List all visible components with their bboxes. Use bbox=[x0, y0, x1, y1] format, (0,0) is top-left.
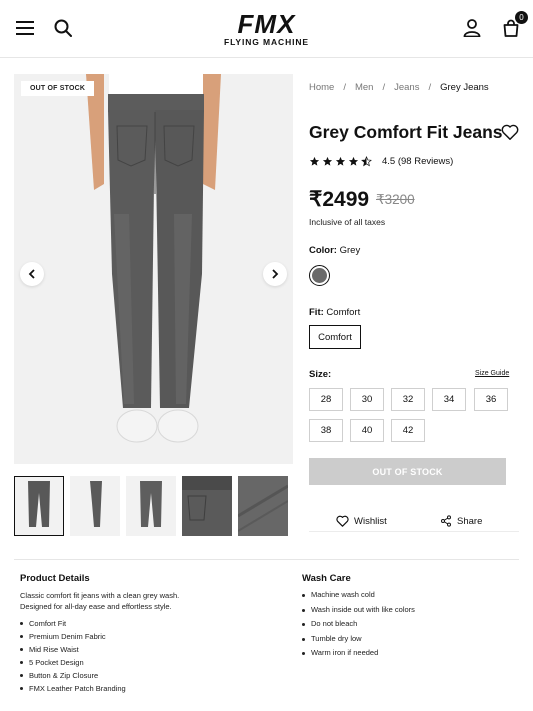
fit-label: Fit: Comfort bbox=[309, 307, 360, 318]
product-details-title: Product Details bbox=[20, 573, 90, 584]
heart-icon bbox=[336, 515, 349, 527]
price: ₹2499 bbox=[309, 188, 370, 211]
jeans-image bbox=[86, 74, 221, 443]
wash-care-item: Wash inside out with like colors bbox=[302, 603, 415, 618]
color-label-text: Color: bbox=[309, 245, 337, 256]
feature-item: Premium Denim Fabric bbox=[20, 630, 126, 643]
feature-list: Comfort Fit Premium Denim Fabric Mid Ris… bbox=[20, 617, 126, 695]
brand-tagline: FLYING MACHINE bbox=[223, 37, 309, 47]
share-icon bbox=[441, 515, 451, 527]
wash-care-item: Machine wash cold bbox=[302, 588, 415, 603]
next-image-button[interactable] bbox=[263, 262, 287, 286]
breadcrumb-jeans[interactable]: Jeans bbox=[394, 82, 419, 93]
wishlist-button[interactable]: Wishlist bbox=[336, 515, 387, 527]
description-line: Classic comfort fit jeans with a clean g… bbox=[20, 591, 180, 600]
product-main-image[interactable]: OUT OF STOCK bbox=[14, 74, 293, 464]
heart-icon[interactable] bbox=[501, 123, 519, 141]
rating-text: 4.5 (98 Reviews) bbox=[382, 156, 454, 167]
wash-care-list: Machine wash cold Wash inside out with l… bbox=[302, 588, 415, 661]
out-of-stock-button[interactable]: OUT OF STOCK bbox=[309, 458, 506, 485]
size-option[interactable]: 36 bbox=[474, 388, 508, 411]
color-value: Grey bbox=[339, 245, 361, 256]
thumbnail-2[interactable] bbox=[70, 476, 120, 536]
breadcrumb-men[interactable]: Men bbox=[355, 82, 373, 93]
size-option[interactable]: 38 bbox=[309, 419, 343, 442]
product-description: Classic comfort fit jeans with a clean g… bbox=[20, 590, 220, 612]
star-icon bbox=[322, 156, 333, 166]
divider bbox=[309, 531, 519, 532]
share-button[interactable]: Share bbox=[440, 515, 482, 527]
brand-name: FMX bbox=[237, 9, 296, 39]
site-header: FMX FLYING MACHINE 0 bbox=[0, 0, 533, 58]
wash-care-item: Warm iron if needed bbox=[302, 646, 415, 661]
thumbnail-1[interactable] bbox=[14, 476, 64, 536]
wishlist-label: Wishlist bbox=[354, 515, 387, 527]
star-icon bbox=[309, 156, 320, 166]
cart-count-badge: 0 bbox=[515, 11, 528, 24]
size-label: Size: bbox=[309, 369, 332, 380]
fit-label-text: Fit: bbox=[309, 307, 324, 318]
cart-icon[interactable]: 0 bbox=[500, 11, 528, 39]
color-swatch-grey[interactable] bbox=[309, 265, 330, 286]
tax-note: Inclusive of all taxes bbox=[309, 217, 386, 227]
size-guide-link[interactable]: Size Guide bbox=[475, 370, 509, 377]
feature-item: Comfort Fit bbox=[20, 617, 126, 630]
feature-item: Button & Zip Closure bbox=[20, 669, 126, 682]
size-option[interactable]: 30 bbox=[350, 388, 384, 411]
thumbnail-4[interactable] bbox=[182, 476, 232, 536]
product-title: Grey Comfort Fit Jeans bbox=[309, 122, 503, 142]
fit-option-comfort[interactable]: Comfort bbox=[309, 325, 361, 349]
description-line: Designed for all-day ease and effortless… bbox=[20, 602, 172, 611]
breadcrumb-separator: / bbox=[428, 82, 432, 93]
breadcrumb-home[interactable]: Home bbox=[309, 82, 334, 93]
out-of-stock-badge: OUT OF STOCK bbox=[21, 81, 95, 96]
breadcrumb: Home / Men / Jeans / Grey Jeans bbox=[309, 82, 489, 93]
size-option[interactable]: 40 bbox=[350, 419, 384, 442]
wash-care-item: Do not bleach bbox=[302, 617, 415, 632]
prev-image-button[interactable] bbox=[20, 262, 44, 286]
size-option[interactable]: 32 bbox=[391, 388, 425, 411]
chevron-left-icon bbox=[28, 269, 35, 279]
star-icon bbox=[335, 156, 346, 166]
color-label: Color: Grey bbox=[309, 245, 360, 256]
breadcrumb-separator: / bbox=[343, 82, 346, 93]
account-icon[interactable] bbox=[461, 17, 483, 39]
size-option[interactable]: 28 bbox=[309, 388, 343, 411]
wash-care-item: Tumble dry low bbox=[302, 632, 415, 647]
star-icon bbox=[348, 156, 359, 166]
size-option[interactable]: 42 bbox=[391, 419, 425, 442]
chevron-right-icon bbox=[272, 269, 279, 279]
thumbnail-3[interactable] bbox=[126, 476, 176, 536]
thumbnail-strip bbox=[14, 476, 293, 536]
half-star-icon bbox=[361, 156, 372, 167]
fit-value: Comfort bbox=[326, 307, 361, 318]
wash-care-title: Wash Care bbox=[302, 573, 351, 584]
breadcrumb-separator: / bbox=[382, 82, 386, 93]
feature-item: Mid Rise Waist bbox=[20, 643, 126, 656]
breadcrumb-current: Grey Jeans bbox=[440, 82, 489, 93]
feature-item: 5 Pocket Design bbox=[20, 656, 126, 669]
thumbnail-5[interactable] bbox=[238, 476, 288, 536]
divider bbox=[14, 559, 519, 560]
brand-logo[interactable]: FMX FLYING MACHINE bbox=[0, 11, 533, 48]
mrp-price: ₹3200 bbox=[376, 192, 415, 207]
rating[interactable]: 4.5 (98 Reviews) bbox=[309, 156, 453, 167]
size-option[interactable]: 34 bbox=[432, 388, 466, 411]
feature-item: FMX Leather Patch Branding bbox=[20, 682, 126, 695]
swatch-fill bbox=[312, 268, 327, 283]
share-label: Share bbox=[457, 515, 483, 527]
